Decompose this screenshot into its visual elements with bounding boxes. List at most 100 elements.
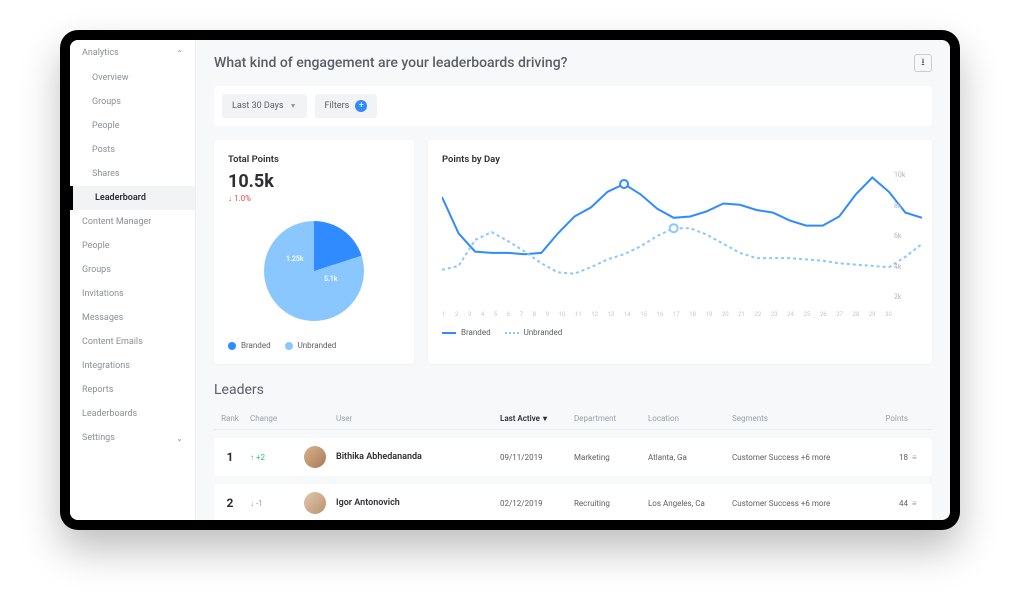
pie-slice-label-b: 5.1k — [324, 275, 338, 283]
legend-item-unbranded: Unbranded — [505, 328, 563, 337]
legend-label: Branded — [241, 341, 271, 350]
sort-desc-icon: ▾ — [543, 414, 547, 423]
row-menu-icon[interactable]: ≡ — [912, 453, 932, 462]
sidebar-item-label: Shares — [92, 169, 120, 179]
sidebar-item-leaderboards-root[interactable]: Leaderboards — [70, 402, 195, 426]
last-active: 09/11/2019 — [500, 453, 570, 462]
change-value: -1 — [256, 499, 263, 508]
sidebar-section-analytics[interactable]: Analytics ⌃ — [70, 40, 195, 66]
card-title: Total Points — [228, 154, 400, 165]
sidebar-item-groups[interactable]: Groups — [70, 90, 195, 114]
x-tick: 22 — [755, 311, 762, 318]
sidebar-item-people[interactable]: People — [70, 114, 195, 138]
cards-row: Total Points 10.5k ↓ 1.0% 1.25k 5.1k — [214, 140, 932, 364]
y-tick: 6k — [894, 232, 918, 240]
sidebar-item-reports[interactable]: Reports — [70, 378, 195, 402]
rank: 2 — [214, 496, 246, 510]
sidebar-item-people-root[interactable]: People — [70, 234, 195, 258]
sidebar-item-label: People — [82, 241, 110, 251]
device-frame: Analytics ⌃ Overview Groups People Posts… — [60, 30, 960, 530]
dropdown-label: Last 30 Days — [232, 101, 284, 111]
th-rank[interactable]: Rank — [214, 414, 246, 423]
location: Atlanta, Ga — [648, 453, 728, 462]
sidebar-item-label: Overview — [92, 73, 128, 83]
legend-line-icon — [442, 332, 456, 334]
main: What kind of engagement are your leaderb… — [196, 40, 950, 520]
x-tick: 14 — [624, 311, 631, 318]
line-chart: 10k 8k 6k 4k 2k — [442, 171, 918, 301]
sidebar-item-label: Groups — [92, 97, 121, 107]
page-title: What kind of engagement are your leaderb… — [214, 55, 567, 71]
sidebar-item-label: Messages — [82, 313, 123, 323]
sidebar-item-label: Invitations — [82, 289, 124, 299]
sidebar-analytics-group: Overview Groups People Posts Shares Lead… — [70, 66, 195, 210]
row-menu-icon[interactable]: ≡ — [912, 499, 932, 508]
legend-label: Unbranded — [298, 341, 337, 350]
x-tick: 7 — [520, 311, 523, 318]
x-tick: 26 — [820, 311, 827, 318]
legend-label: Branded — [461, 328, 491, 337]
x-tick: 23 — [771, 311, 778, 318]
marker-branded-icon — [620, 180, 628, 188]
sidebar-item-label: Posts — [92, 145, 115, 155]
x-tick: 9 — [546, 311, 549, 318]
th-last-active[interactable]: Last Active ▾ — [500, 414, 570, 423]
th-user[interactable]: User — [336, 414, 496, 423]
legend-item-unbranded: Unbranded — [285, 341, 337, 350]
sidebar-section-label: Settings — [82, 433, 115, 443]
date-range-dropdown[interactable]: Last 30 Days ▼ — [222, 94, 307, 118]
sidebar-item-groups-root[interactable]: Groups — [70, 258, 195, 282]
th-points[interactable]: Points — [868, 414, 908, 423]
card-total-points: Total Points 10.5k ↓ 1.0% 1.25k 5.1k — [214, 140, 414, 364]
x-tick: 24 — [787, 311, 794, 318]
sidebar-section-settings[interactable]: Settings ⌄ — [70, 426, 195, 450]
sidebar-item-integrations[interactable]: Integrations — [70, 354, 195, 378]
x-tick: 6 — [507, 311, 510, 318]
department: Recruiting — [574, 499, 644, 508]
x-tick: 15 — [640, 311, 647, 318]
rank: 1 — [214, 450, 246, 464]
legend-line-icon — [505, 332, 519, 334]
x-tick: 17 — [673, 311, 680, 318]
department: Marketing — [574, 453, 644, 462]
sidebar-item-content-manager[interactable]: Content Manager — [70, 210, 195, 234]
y-tick: 8k — [894, 202, 918, 210]
segments: Customer Success +6 more — [732, 499, 864, 508]
x-axis: 1234567891011121314151617181920212223242… — [442, 311, 918, 318]
sidebar-item-posts[interactable]: Posts — [70, 138, 195, 162]
user-name: Bithika Abhedananda — [336, 452, 496, 462]
y-tick: 2k — [894, 293, 918, 301]
sidebar-item-leaderboard[interactable]: Leaderboard — [70, 186, 195, 210]
delta-text: 1.0% — [234, 194, 251, 203]
leaders-title: Leaders — [214, 382, 932, 398]
filters-button[interactable]: Filters + — [315, 94, 378, 118]
sidebar-item-invitations[interactable]: Invitations — [70, 282, 195, 306]
chart-svg — [442, 171, 922, 301]
series-unbranded — [442, 228, 922, 274]
sidebar-item-content-emails[interactable]: Content Emails — [70, 330, 195, 354]
x-tick: 1 — [442, 311, 445, 318]
pie-legend: Branded Unbranded — [228, 341, 400, 350]
th-department[interactable]: Department — [574, 414, 644, 423]
pie-graphic — [264, 221, 364, 321]
th-change[interactable]: Change — [250, 414, 300, 423]
leader-row[interactable]: 1 ↑ +2 Bithika Abhedananda 09/11/2019 Ma… — [214, 438, 932, 476]
total-points-delta: ↓ 1.0% — [228, 194, 400, 203]
y-tick: 10k — [894, 171, 918, 179]
marker-unbranded-icon — [670, 224, 678, 232]
th-location[interactable]: Location — [648, 414, 728, 423]
sidebar-item-label: Leaderboard — [95, 193, 146, 203]
sidebar-item-messages[interactable]: Messages — [70, 306, 195, 330]
sidebar-item-shares[interactable]: Shares — [70, 162, 195, 186]
sidebar-item-label: Leaderboards — [82, 409, 137, 419]
y-tick: 4k — [894, 263, 918, 271]
x-tick: 28 — [852, 311, 859, 318]
export-button[interactable]: ⭳ — [914, 54, 932, 72]
avatar — [304, 446, 326, 468]
legend-item-branded: Branded — [442, 328, 491, 337]
sidebar-item-label: Integrations — [82, 361, 130, 371]
sidebar-item-label: People — [92, 121, 120, 131]
th-segments[interactable]: Segments — [732, 414, 864, 423]
sidebar-item-overview[interactable]: Overview — [70, 66, 195, 90]
leader-row[interactable]: 2 ↓ -1 Igor Antonovich 02/12/2019 Recrui… — [214, 484, 932, 520]
